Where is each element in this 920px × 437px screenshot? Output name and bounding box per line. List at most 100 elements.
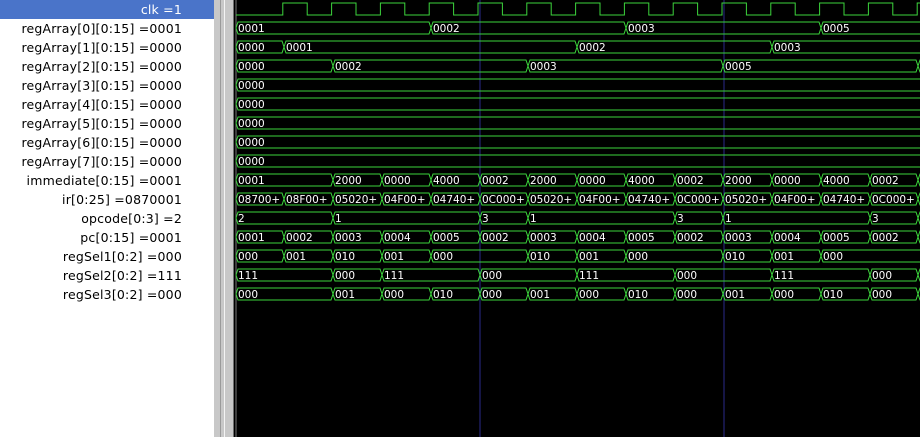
bus-value-label: 0002 (872, 232, 899, 244)
waveform-row: 0001 0002 0003 0004 0005 0002 0003 0004 0005 0002… (235, 230, 920, 244)
bus-value-label: 0003 (530, 232, 557, 244)
waveform-row: 000 001 000 010 000 001 000 010 000 001 000 010 000 (235, 287, 920, 301)
splitter-highlight (224, 0, 225, 437)
bus-segment (576, 40, 773, 54)
bus-value-label: 001 (774, 251, 794, 263)
bus-value-label: 111 (238, 270, 258, 282)
signal-name-ir-0-25[interactable]: ir[0:25] =0870001 (0, 190, 214, 209)
bus-value-label: 000 (774, 289, 794, 301)
signal-name-pane: clk =1 regArray[0][0:15] =0001 regArray[1]… (0, 0, 214, 437)
bus-segment (722, 211, 871, 225)
signal-name-clk[interactable]: clk =1 (0, 0, 214, 19)
signal-name-opcode-0-3[interactable]: opcode[0:3] =2 (0, 209, 214, 228)
bus-value-label: 000 (579, 289, 599, 301)
bus-value-label: 0003 (725, 232, 752, 244)
bus-value-label: 001 (530, 289, 550, 301)
waveform-row: 0001 2000 0000 4000 0002 2000 0000 4000 0002 2000… (235, 173, 920, 187)
pane-splitter[interactable] (214, 0, 234, 437)
bus-value-label: 0005 (433, 232, 460, 244)
bus-value-label: 0000 (384, 175, 411, 187)
signal-name-pc-0-15[interactable]: pc[0:15] =0001 (0, 228, 214, 247)
bus-value-label: 0000 (774, 175, 801, 187)
bus-value-label: 010 (823, 289, 843, 301)
bus-value-label: 05020+ (725, 194, 767, 206)
waveform-pane[interactable]: 0001 0002 0003 0005 0000 0001 0002 0003 0000 0002… (234, 0, 920, 437)
bus-value-label: 001 (384, 251, 404, 263)
bus-value-label: 0005 (823, 232, 850, 244)
bus-value-label: 2000 (335, 175, 362, 187)
signal-name-regarray-2-0-15[interactable]: regArray[2][0:15] =0000 (0, 57, 214, 76)
bus-value-label: 001 (725, 289, 745, 301)
signal-name-regsel3-0-2[interactable]: regSel3[0:2] =000 (0, 285, 214, 304)
bus-value-label: 000 (628, 251, 648, 263)
bus-value-label: 111 (579, 270, 599, 282)
bus-value-label: 010 (335, 251, 355, 263)
bus-value-label: 05020+ (530, 194, 572, 206)
bus-segment (235, 97, 920, 111)
bus-value-label: 0003 (335, 232, 362, 244)
bus-value-label: 04740+ (433, 194, 475, 206)
bus-value-label: 0000 (238, 42, 265, 54)
bus-value-label: 0002 (482, 232, 509, 244)
waveform-row: 0000 0002 0003 0005 (235, 59, 920, 73)
bus-value-label: 0005 (725, 61, 752, 73)
bus-value-label: 000 (823, 251, 843, 263)
bus-value-label: 04740+ (823, 194, 865, 206)
bus-segment (527, 211, 676, 225)
signal-name-regarray-7-0-15[interactable]: regArray[7][0:15] =0000 (0, 152, 214, 171)
bus-value-label: 0000 (238, 80, 265, 92)
bus-value-label: 010 (725, 251, 745, 263)
waveform-row: 0000 (235, 78, 920, 92)
bus-value-label: 0002 (579, 42, 606, 54)
bus-value-label: 04740+ (628, 194, 670, 206)
signal-name-regsel2-0-2[interactable]: regSel2[0:2] =111 (0, 266, 214, 285)
bus-value-label: 010 (530, 251, 550, 263)
bus-value-label: 3 (677, 213, 684, 225)
bus-value-label: 000 (238, 289, 258, 301)
bus-value-label: 1 (335, 213, 342, 225)
bus-value-label: 0001 (286, 42, 313, 54)
bus-value-label: 2000 (530, 175, 557, 187)
bus-value-label: 0002 (335, 61, 362, 73)
bus-value-label: 04F00+ (579, 194, 621, 206)
bus-value-label: 0000 (238, 156, 265, 168)
signal-name-regarray-3-0-15[interactable]: regArray[3][0:15] =0000 (0, 76, 214, 95)
bus-value-label: 010 (628, 289, 648, 301)
bus-value-label: 04F00+ (384, 194, 426, 206)
bus-value-label: 111 (774, 270, 794, 282)
signal-name-immediate-0-15[interactable]: immediate[0:15] =0001 (0, 171, 214, 190)
clock-wave (236, 2, 920, 16)
bus-value-label: 000 (677, 270, 697, 282)
bus-value-label: 0000 (238, 137, 265, 149)
bus-segment (235, 211, 334, 225)
bus-segment (527, 59, 724, 73)
waveform-row (236, 2, 920, 16)
bus-value-label: 0000 (579, 175, 606, 187)
signal-name-regarray-4-0-15[interactable]: regArray[4][0:15] =0000 (0, 95, 214, 114)
bus-value-label: 0001 (238, 23, 265, 35)
bus-value-label: 001 (286, 251, 306, 263)
bus-value-label: 2 (238, 213, 245, 225)
bus-value-label: 0C000+ (872, 194, 915, 206)
signal-name-regarray-1-0-15[interactable]: regArray[1][0:15] =0000 (0, 38, 214, 57)
bus-segment (235, 135, 920, 149)
waveform-row: 0000 (235, 97, 920, 111)
waveform-canvas[interactable]: 0001 0002 0003 00050000 0001 0002 00030000 0002… (234, 0, 920, 437)
signal-name-regarray-5-0-15[interactable]: regArray[5][0:15] =0000 (0, 114, 214, 133)
bus-value-label: 0002 (872, 175, 899, 187)
bus-segment (235, 154, 920, 168)
waveform-row: 0000 0001 0002 0003 (235, 40, 920, 54)
bus-value-label: 1 (530, 213, 537, 225)
bus-value-label: 08F00+ (286, 194, 328, 206)
bus-value-label: 001 (335, 289, 355, 301)
waveform-row: 0000 (235, 135, 920, 149)
bus-value-label: 0004 (384, 232, 411, 244)
bus-value-label: 001 (579, 251, 599, 263)
waveform-row: 0000 (235, 154, 920, 168)
signal-name-regarray-0-0-15[interactable]: regArray[0][0:15] =0001 (0, 19, 214, 38)
signal-name-regsel1-0-2[interactable]: regSel1[0:2] =000 (0, 247, 214, 266)
bus-value-label: 0002 (677, 175, 704, 187)
bus-value-label: 4000 (628, 175, 655, 187)
signal-name-regarray-6-0-15[interactable]: regArray[6][0:15] =0000 (0, 133, 214, 152)
bus-value-label: 0003 (774, 42, 801, 54)
